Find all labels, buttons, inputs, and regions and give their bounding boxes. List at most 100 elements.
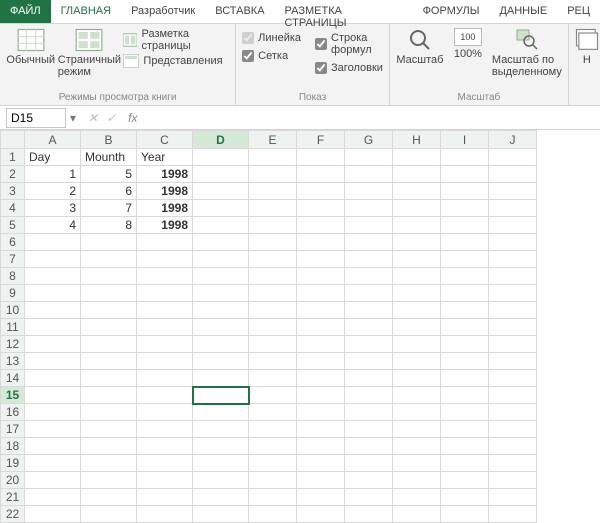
cell-G19[interactable]: [345, 455, 393, 472]
zoom-selection-button[interactable]: Масштаб по выделенному: [492, 28, 562, 78]
cell-C14[interactable]: [137, 370, 193, 387]
cell-F15[interactable]: [297, 387, 345, 404]
cell-C21[interactable]: [137, 489, 193, 506]
row-header-1[interactable]: 1: [1, 149, 25, 166]
cell-J11[interactable]: [489, 319, 537, 336]
cell-B16[interactable]: [81, 404, 137, 421]
cell-I15[interactable]: [441, 387, 489, 404]
cell-E4[interactable]: [249, 200, 297, 217]
tab-formulas[interactable]: ФОРМУЛЫ: [413, 0, 490, 23]
cell-D15[interactable]: [193, 387, 249, 404]
cell-E15[interactable]: [249, 387, 297, 404]
formula-input[interactable]: [145, 111, 600, 125]
cell-A9[interactable]: [25, 285, 81, 302]
cell-J3[interactable]: [489, 183, 537, 200]
cell-D14[interactable]: [193, 370, 249, 387]
cell-D19[interactable]: [193, 455, 249, 472]
cell-B22[interactable]: [81, 506, 137, 523]
cell-C9[interactable]: [137, 285, 193, 302]
tab-review[interactable]: РЕЦ: [557, 0, 600, 23]
row-header-17[interactable]: 17: [1, 421, 25, 438]
cell-A15[interactable]: [25, 387, 81, 404]
cell-I13[interactable]: [441, 353, 489, 370]
formula-bar-checkbox[interactable]: Строка формул: [315, 32, 383, 56]
cell-D9[interactable]: [193, 285, 249, 302]
cell-C6[interactable]: [137, 234, 193, 251]
cell-I9[interactable]: [441, 285, 489, 302]
row-header-22[interactable]: 22: [1, 506, 25, 523]
cell-E6[interactable]: [249, 234, 297, 251]
cell-A19[interactable]: [25, 455, 81, 472]
normal-view-button[interactable]: Обычный: [6, 28, 55, 66]
cell-E9[interactable]: [249, 285, 297, 302]
row-header-2[interactable]: 2: [1, 166, 25, 183]
page-layout-button[interactable]: Разметка страницы: [123, 28, 229, 52]
col-header-J[interactable]: J: [489, 131, 537, 149]
cell-D10[interactable]: [193, 302, 249, 319]
cell-J6[interactable]: [489, 234, 537, 251]
cell-D21[interactable]: [193, 489, 249, 506]
cell-A21[interactable]: [25, 489, 81, 506]
cell-F8[interactable]: [297, 268, 345, 285]
col-header-G[interactable]: G: [345, 131, 393, 149]
cell-B15[interactable]: [81, 387, 137, 404]
row-header-11[interactable]: 11: [1, 319, 25, 336]
cell-G7[interactable]: [345, 251, 393, 268]
cell-D1[interactable]: [193, 149, 249, 166]
cell-C11[interactable]: [137, 319, 193, 336]
cell-A3[interactable]: 2: [25, 183, 81, 200]
cell-F6[interactable]: [297, 234, 345, 251]
cell-H19[interactable]: [393, 455, 441, 472]
row-header-9[interactable]: 9: [1, 285, 25, 302]
cell-F2[interactable]: [297, 166, 345, 183]
cell-H20[interactable]: [393, 472, 441, 489]
zoom-button[interactable]: Масштаб: [396, 28, 444, 66]
cell-G5[interactable]: [345, 217, 393, 234]
cell-I20[interactable]: [441, 472, 489, 489]
new-window-button[interactable]: Н: [575, 28, 599, 66]
cell-I22[interactable]: [441, 506, 489, 523]
row-header-8[interactable]: 8: [1, 268, 25, 285]
cell-B3[interactable]: 6: [81, 183, 137, 200]
cell-G6[interactable]: [345, 234, 393, 251]
cell-C8[interactable]: [137, 268, 193, 285]
page-break-view-button[interactable]: Страничный режим: [61, 28, 117, 78]
cell-G8[interactable]: [345, 268, 393, 285]
cell-E16[interactable]: [249, 404, 297, 421]
cell-I1[interactable]: [441, 149, 489, 166]
cell-J17[interactable]: [489, 421, 537, 438]
cell-E1[interactable]: [249, 149, 297, 166]
cell-J18[interactable]: [489, 438, 537, 455]
cell-B7[interactable]: [81, 251, 137, 268]
cell-J1[interactable]: [489, 149, 537, 166]
cell-E8[interactable]: [249, 268, 297, 285]
cell-H4[interactable]: [393, 200, 441, 217]
cell-D18[interactable]: [193, 438, 249, 455]
cell-F17[interactable]: [297, 421, 345, 438]
cell-J16[interactable]: [489, 404, 537, 421]
row-header-3[interactable]: 3: [1, 183, 25, 200]
cell-B10[interactable]: [81, 302, 137, 319]
cell-E2[interactable]: [249, 166, 297, 183]
select-all-corner[interactable]: [1, 131, 25, 149]
formula-accept-icon[interactable]: ✓: [106, 111, 116, 125]
cell-C4[interactable]: 1998: [137, 200, 193, 217]
cell-I6[interactable]: [441, 234, 489, 251]
cell-H16[interactable]: [393, 404, 441, 421]
cell-C13[interactable]: [137, 353, 193, 370]
cell-A8[interactable]: [25, 268, 81, 285]
cell-C16[interactable]: [137, 404, 193, 421]
col-header-F[interactable]: F: [297, 131, 345, 149]
name-box[interactable]: [6, 108, 66, 128]
cell-H21[interactable]: [393, 489, 441, 506]
cell-E22[interactable]: [249, 506, 297, 523]
cell-D2[interactable]: [193, 166, 249, 183]
cell-A18[interactable]: [25, 438, 81, 455]
fx-icon[interactable]: fx: [124, 111, 137, 125]
custom-views-button[interactable]: Представления: [123, 54, 229, 68]
cell-J20[interactable]: [489, 472, 537, 489]
row-header-6[interactable]: 6: [1, 234, 25, 251]
cell-A20[interactable]: [25, 472, 81, 489]
cell-C5[interactable]: 1998: [137, 217, 193, 234]
cell-I3[interactable]: [441, 183, 489, 200]
